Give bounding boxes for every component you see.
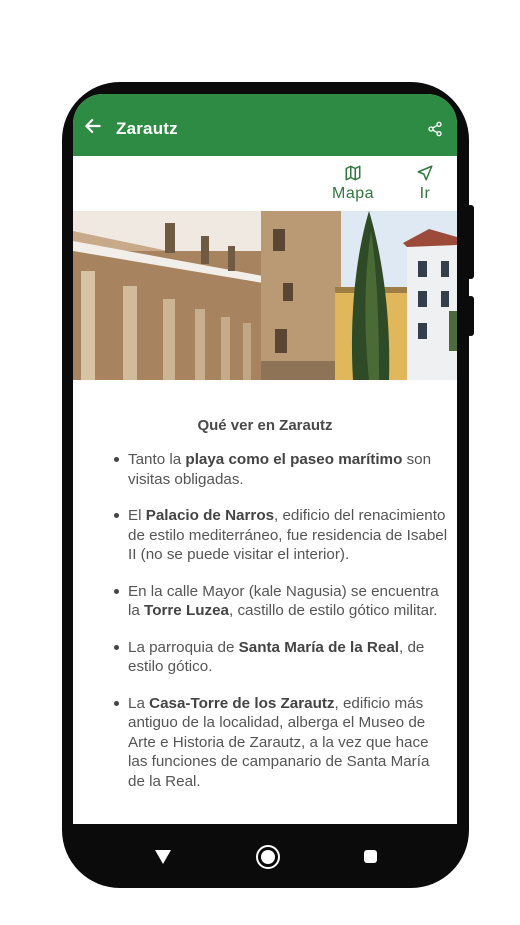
item-text: Tanto la [128,451,186,468]
highlight-text: Casa-Torre de los Zarautz [149,694,335,712]
map-label: Mapa [331,185,375,202]
list-item: La parroquia de Santa María de la Real, … [99,638,449,677]
section-title: Qué ver en Zarautz [197,417,333,434]
content-area[interactable]: Qué ver en Zarautz Tanto la playa como e… [73,380,457,824]
action-bar: Mapa Ir [73,156,457,210]
page-title: Zarautz [116,119,178,138]
item-text: El [128,507,146,524]
nav-home-icon[interactable] [256,845,280,869]
highlight-text: playa como el paseo marítimo [185,451,403,468]
item-text: La parroquia de [128,638,239,656]
map-icon [345,165,361,181]
item-text: , castillo de estilo gótico militar. [229,602,438,619]
nav-recents-icon[interactable] [364,850,377,863]
list-item: La Casa-Torre de los Zarautz, edificio m… [99,694,449,792]
map-button[interactable]: Mapa [329,164,377,203]
town-photo [73,211,457,380]
power-button [467,296,474,336]
go-button[interactable]: Ir [411,164,439,203]
system-nav-bar [73,824,457,888]
app-screen: Zarautz Mapa Ir Qué ver en Zarautz Tanto… [73,94,457,824]
list-item: El Palacio de Narros, edificio del renac… [99,506,449,565]
highlight-text: Palacio de Narros [145,507,275,524]
highlight-text: Torre Luzea [144,602,230,619]
highlight-text: Santa María de la Real [238,638,400,656]
volume-button [467,205,474,279]
share-icon[interactable] [427,121,443,137]
item-text: La [128,694,150,712]
list-item: En la calle Mayor (kale Nagusia) se encu… [99,582,449,621]
go-label: Ir [419,185,431,202]
app-bar: Zarautz [73,94,457,156]
attractions-list: Tanto la playa como el paseo marítimo so… [99,450,449,808]
navigation-icon [417,165,433,181]
nav-back-icon[interactable] [155,850,171,864]
arrow-left-icon[interactable] [83,116,103,136]
list-item: Tanto la playa como el paseo marítimo so… [99,450,449,489]
